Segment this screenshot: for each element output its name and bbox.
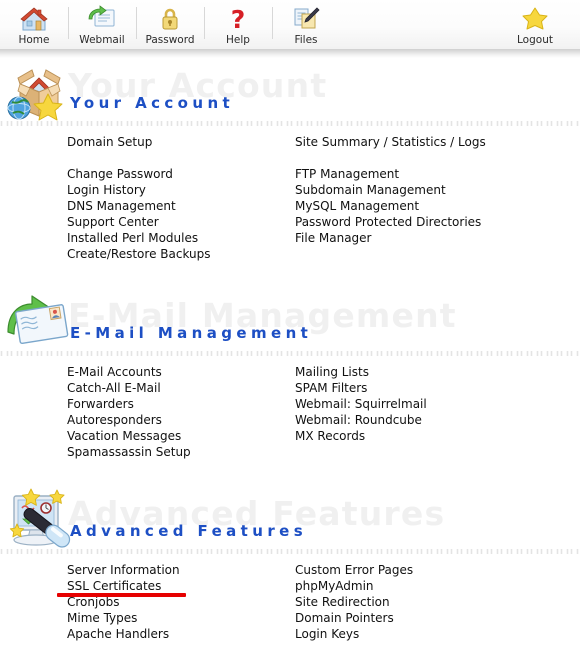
link-site-summary-statistics-logs[interactable]: Site Summary / Statistics / Logs xyxy=(295,134,575,150)
section-header: E-Mail Management E-Mail Management xyxy=(0,288,580,360)
link-ssl-certificates[interactable]: SSL Certificates xyxy=(67,578,295,594)
section-body: Server Information SSL Certificates Cron… xyxy=(0,558,580,642)
link-mysql-management[interactable]: MySQL Management xyxy=(295,198,575,214)
section-title: E-Mail Management xyxy=(70,324,313,342)
link-site-redirection[interactable]: Site Redirection xyxy=(295,594,575,610)
link-phpmyadmin[interactable]: phpMyAdmin xyxy=(295,578,575,594)
link-catch-all-email[interactable]: Catch-All E-Mail xyxy=(67,380,295,396)
link-spamassassin-setup[interactable]: Spamassassin Setup xyxy=(67,444,295,460)
scallop-divider xyxy=(0,116,580,126)
section-header: Your Account Your Account xyxy=(0,58,580,130)
right-column: Mailing Lists SPAM Filters Webmail: Squi… xyxy=(295,364,575,460)
link-ftp-management[interactable]: FTP Management xyxy=(295,166,575,182)
toolbar-item-label: Files xyxy=(294,34,318,46)
link-mx-records[interactable]: MX Records xyxy=(295,428,575,444)
top-toolbar: Home Webmail Password ? Help Files Logou… xyxy=(0,0,580,49)
left-column: Server Information SSL Certificates Cron… xyxy=(57,562,295,642)
envelope-green-arrow-icon xyxy=(4,288,74,354)
left-column: E-Mail Accounts Catch-All E-Mail Forward… xyxy=(67,364,295,460)
link-subdomain-management[interactable]: Subdomain Management xyxy=(295,182,575,198)
box-house-globe-star-icon xyxy=(4,58,74,124)
link-mailing-lists[interactable]: Mailing Lists xyxy=(295,364,575,380)
red-annotation-underline xyxy=(57,593,186,597)
toolbar-item-password[interactable]: Password xyxy=(136,0,204,49)
toolbar-item-files[interactable]: Files xyxy=(272,0,340,49)
link-webmail-roundcube[interactable]: Webmail: Roundcube xyxy=(295,412,575,428)
link-columns: E-Mail Accounts Catch-All E-Mail Forward… xyxy=(0,364,580,460)
right-column: Site Summary / Statistics / Logs FTP Man… xyxy=(295,134,575,262)
monitor-wand-stars-icon xyxy=(4,486,74,552)
section-email-management: E-Mail Management E-Mail Management E-Ma… xyxy=(0,288,580,460)
link-forwarders[interactable]: Forwarders xyxy=(67,396,295,412)
link-email-accounts[interactable]: E-Mail Accounts xyxy=(67,364,295,380)
link-columns: Domain Setup Change Password Login Histo… xyxy=(0,134,580,262)
scallop-divider xyxy=(0,346,580,356)
ssl-certificates-annotated: SSL Certificates xyxy=(57,578,295,597)
link-create-restore-backups[interactable]: Create/Restore Backups xyxy=(67,246,295,262)
link-domain-pointers[interactable]: Domain Pointers xyxy=(295,610,575,626)
section-body: E-Mail Accounts Catch-All E-Mail Forward… xyxy=(0,360,580,460)
svg-text:?: ? xyxy=(231,5,246,33)
link-dns-management[interactable]: DNS Management xyxy=(67,198,295,214)
link-login-keys[interactable]: Login Keys xyxy=(295,626,575,642)
toolbar-item-label: Webmail xyxy=(79,34,125,46)
link-installed-perl-modules[interactable]: Installed Perl Modules xyxy=(67,230,295,246)
star-icon xyxy=(520,5,550,33)
right-column: Custom Error Pages phpMyAdmin Site Redir… xyxy=(295,562,575,642)
section-advanced-features: Advanced Features Advanced Features Serv… xyxy=(0,486,580,642)
documents-pen-icon xyxy=(291,5,321,33)
link-spam-filters[interactable]: SPAM Filters xyxy=(295,380,575,396)
link-change-password[interactable]: Change Password xyxy=(67,166,295,182)
toolbar-item-logout[interactable]: Logout xyxy=(500,0,570,49)
envelope-pencil-icon xyxy=(87,5,117,33)
toolbar-item-label: Help xyxy=(226,34,250,46)
link-login-history[interactable]: Login History xyxy=(67,182,295,198)
toolbar-divider xyxy=(0,49,580,58)
link-webmail-squirrelmail[interactable]: Webmail: Squirrelmail xyxy=(295,396,575,412)
link-apache-handlers[interactable]: Apache Handlers xyxy=(67,626,295,642)
padlock-icon xyxy=(155,5,185,33)
link-password-protected-directories[interactable]: Password Protected Directories xyxy=(295,214,575,230)
link-vacation-messages[interactable]: Vacation Messages xyxy=(67,428,295,444)
toolbar-item-label: Password xyxy=(145,34,195,46)
link-custom-error-pages[interactable]: Custom Error Pages xyxy=(295,562,575,578)
link-server-information[interactable]: Server Information xyxy=(67,562,295,578)
link-domain-setup[interactable]: Domain Setup xyxy=(67,134,295,150)
toolbar-item-label: Logout xyxy=(517,34,553,46)
house-icon xyxy=(19,5,49,33)
scallop-divider xyxy=(0,544,580,554)
section-your-account: Your Account Your Account Domain Setup C… xyxy=(0,58,580,262)
toolbar-item-label: Home xyxy=(18,34,50,46)
toolbar-item-home[interactable]: Home xyxy=(0,0,68,49)
link-autoresponders[interactable]: Autoresponders xyxy=(67,412,295,428)
link-support-center[interactable]: Support Center xyxy=(67,214,295,230)
left-column: Domain Setup Change Password Login Histo… xyxy=(67,134,295,262)
toolbar-item-help[interactable]: ? Help xyxy=(204,0,272,49)
toolbar-items: Home Webmail Password ? Help Files xyxy=(0,0,340,49)
section-title: Your Account xyxy=(70,94,235,112)
link-file-manager[interactable]: File Manager xyxy=(295,230,575,246)
link-mime-types[interactable]: Mime Types xyxy=(67,610,295,626)
question-mark-icon: ? xyxy=(223,5,253,34)
section-body: Domain Setup Change Password Login Histo… xyxy=(0,130,580,262)
section-title: Advanced Features xyxy=(70,522,308,540)
link-columns: Server Information SSL Certificates Cron… xyxy=(0,562,580,642)
toolbar-item-webmail[interactable]: Webmail xyxy=(68,0,136,49)
section-header: Advanced Features Advanced Features xyxy=(0,486,580,558)
